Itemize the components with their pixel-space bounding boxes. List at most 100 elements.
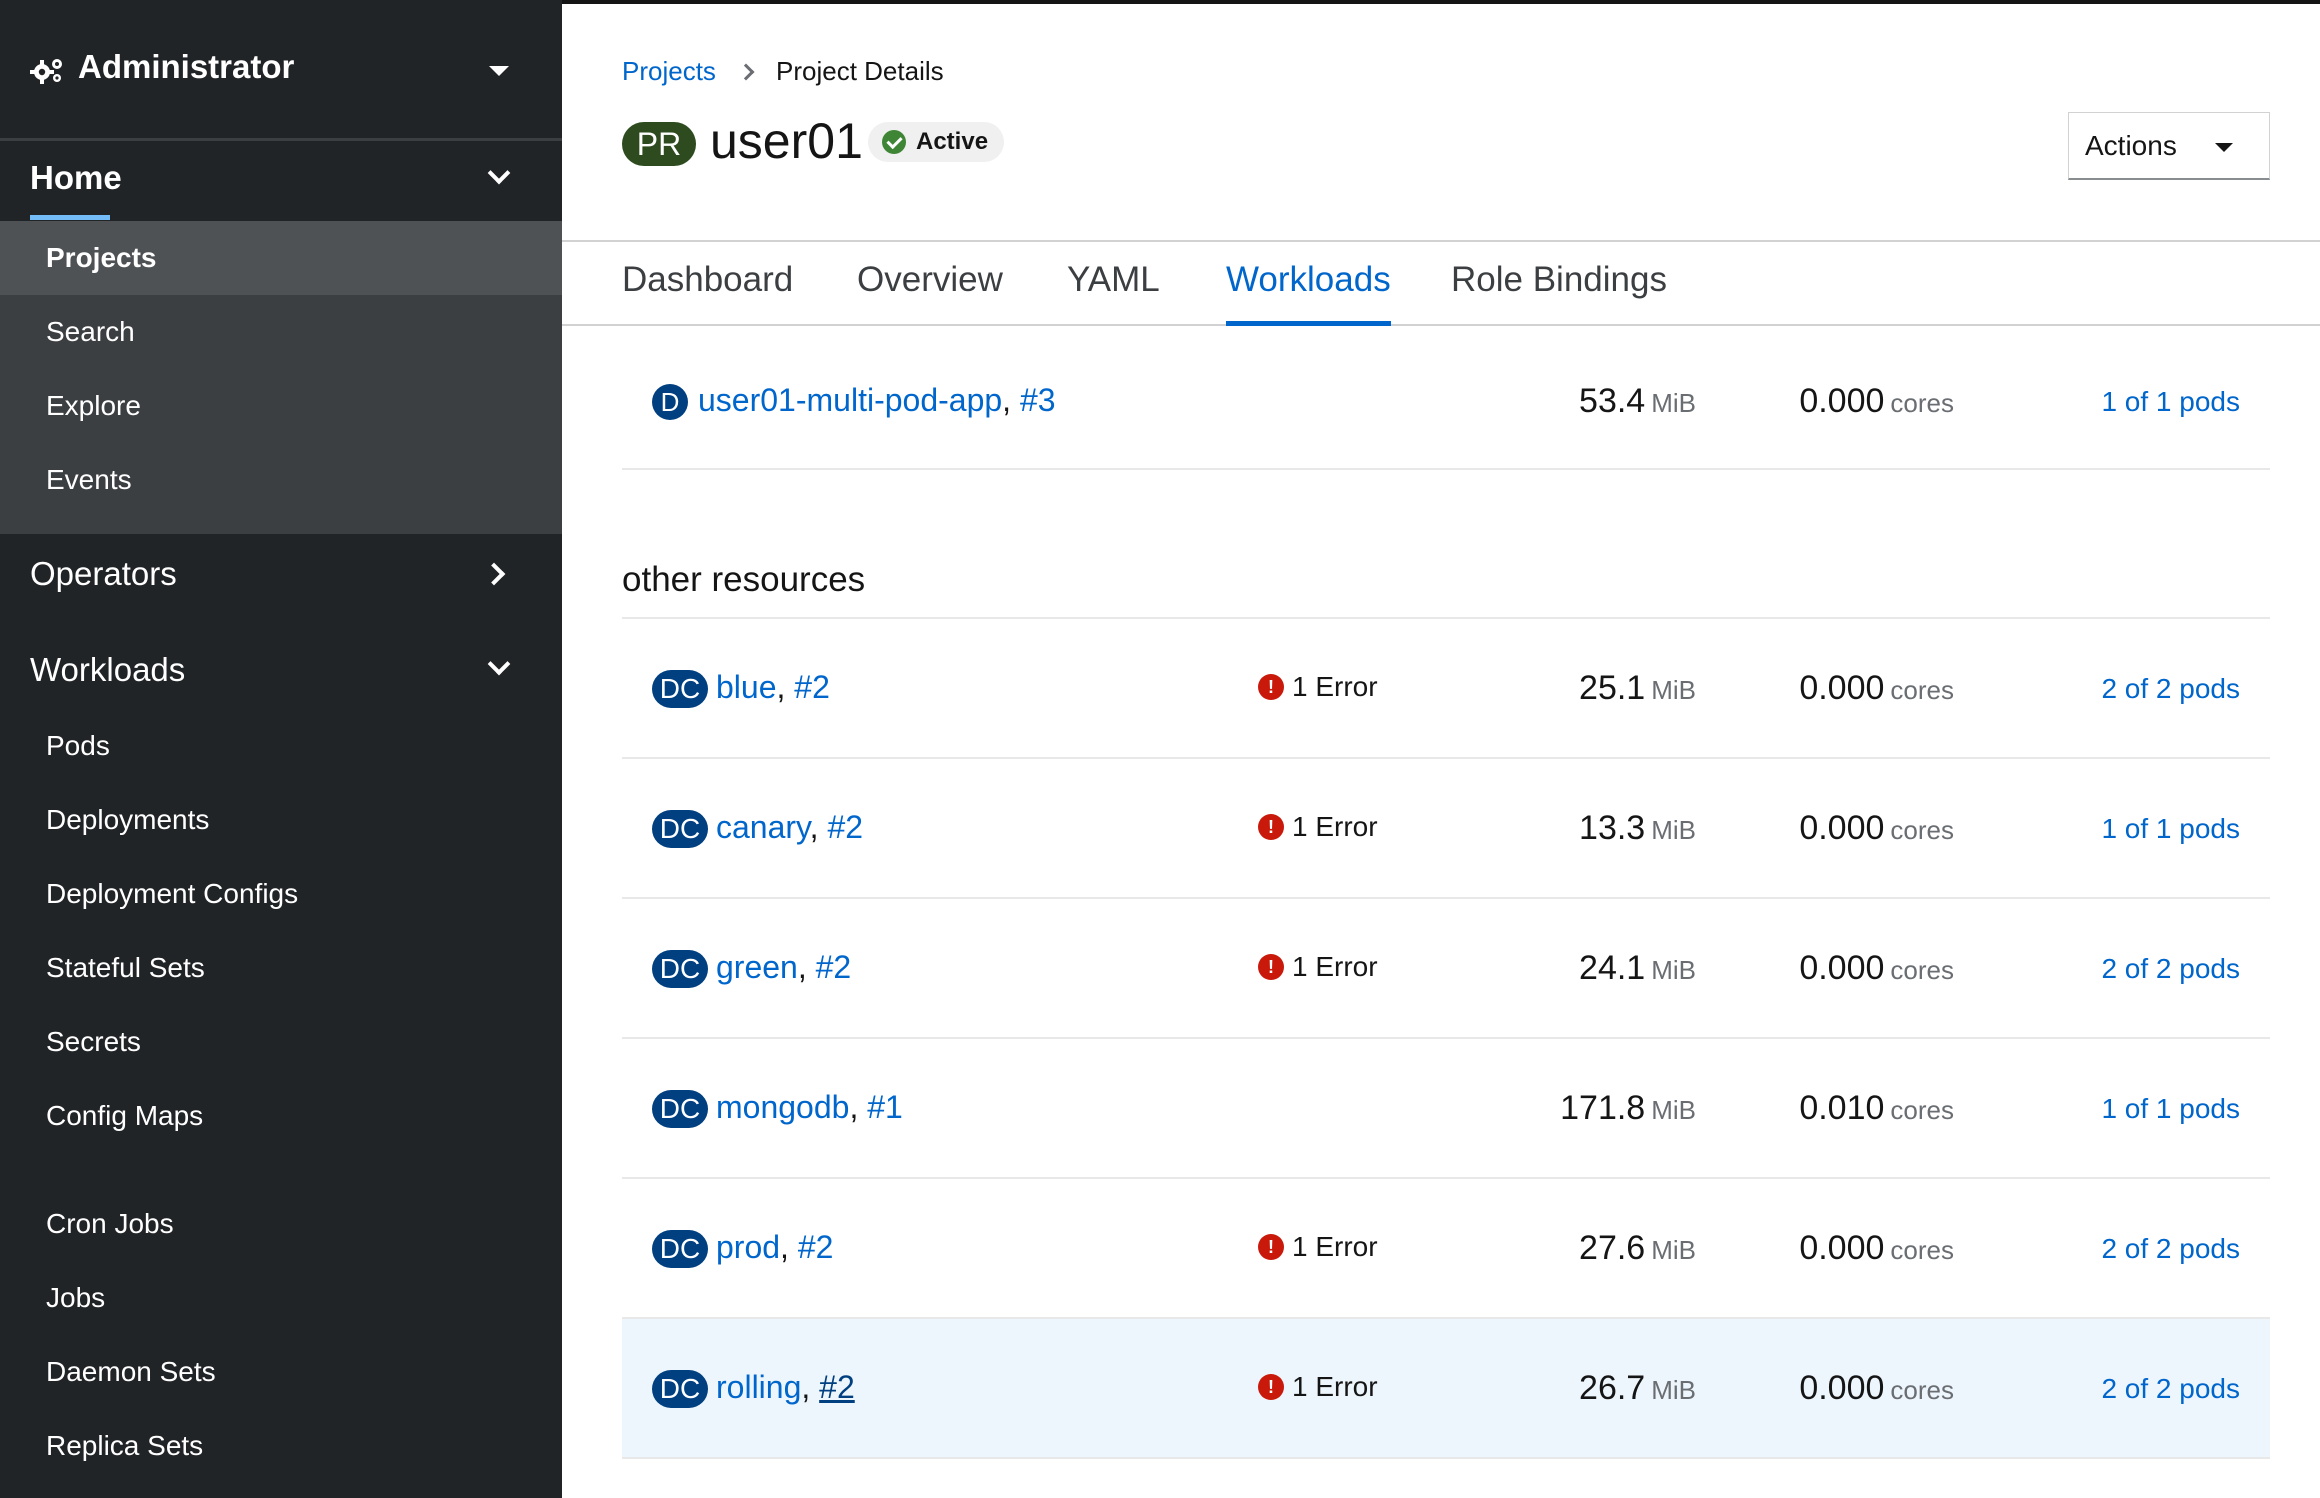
error-label: 1 Error (1292, 1371, 1378, 1402)
error-status[interactable]: ! 1 Error (1258, 1371, 1378, 1403)
perspective-label: Administrator (78, 48, 295, 85)
error-label: 1 Error (1292, 811, 1378, 842)
memory-unit: MiB (1651, 1235, 1696, 1265)
memory-value: 13.3 (1579, 809, 1646, 847)
cpu-usage: 0.000 cores (1799, 1369, 1954, 1408)
pods-link[interactable]: 2 of 2 pods (2101, 1233, 2240, 1265)
error-status[interactable]: ! 1 Error (1258, 671, 1378, 703)
sidebar-item-deployments[interactable]: Deployments (0, 783, 562, 857)
sidebar-item-search[interactable]: Search (0, 295, 562, 369)
cpu-value: 0.000 (1799, 1369, 1885, 1407)
sidebar-item-projects[interactable]: Projects (0, 221, 562, 295)
perspective-switcher[interactable]: Administrator (0, 0, 562, 141)
exclamation-circle-icon: ! (1258, 1234, 1284, 1260)
tab-role-bindings[interactable]: Role Bindings (1451, 260, 1667, 326)
error-status[interactable]: ! 1 Error (1258, 811, 1378, 843)
revision-link[interactable]: #3 (1020, 382, 1056, 418)
memory-value: 26.7 (1579, 1369, 1646, 1407)
tab-yaml[interactable]: YAML (1067, 260, 1160, 326)
resource-name[interactable]: user01-multi-pod-app (698, 382, 1002, 418)
project-badge: PR (622, 122, 696, 166)
tab-bar: Dashboard Overview YAML Workloads Role B… (562, 240, 2320, 326)
resource-type-badge: DC (652, 670, 708, 708)
caret-down-icon (2215, 143, 2233, 152)
resource-type-badge: DC (652, 1370, 708, 1408)
exclamation-circle-icon: ! (1258, 814, 1284, 840)
resource-link[interactable]: canary, #2 (716, 809, 863, 846)
sidebar-item-jobs[interactable]: Jobs (0, 1261, 562, 1335)
sidebar-item-events[interactable]: Events (0, 443, 562, 517)
resource-link[interactable]: prod, #2 (716, 1229, 833, 1266)
pods-link[interactable]: 1 of 1 pods (2101, 386, 2240, 418)
resource-name[interactable]: mongodb (716, 1089, 849, 1125)
memory-value: 24.1 (1579, 949, 1646, 987)
sidebar-item-deployment-configs[interactable]: Deployment Configs (0, 857, 562, 931)
memory-value: 171.8 (1560, 1089, 1646, 1127)
sidebar-item-stateful-sets[interactable]: Stateful Sets (0, 931, 562, 1005)
sidebar: Administrator Home Projects Search Explo… (0, 0, 562, 1498)
sidebar-item-explore[interactable]: Explore (0, 369, 562, 443)
cpu-unit: cores (1890, 388, 1954, 418)
pods-link[interactable]: 1 of 1 pods (2101, 1093, 2240, 1125)
error-status[interactable]: ! 1 Error (1258, 951, 1378, 983)
resource-link[interactable]: user01-multi-pod-app, #3 (698, 382, 1056, 419)
cpu-usage: 0.010 cores (1799, 1089, 1954, 1128)
cpu-value: 0.000 (1799, 949, 1885, 987)
resource-link[interactable]: blue, #2 (716, 669, 830, 706)
resource-type-badge: D (652, 384, 688, 420)
cpu-usage: 0.000 cores (1799, 949, 1954, 988)
cpu-value: 0.000 (1799, 669, 1885, 707)
pods-link[interactable]: 1 of 1 pods (2101, 813, 2240, 845)
sidebar-item-daemon-sets[interactable]: Daemon Sets (0, 1335, 562, 1409)
revision-link[interactable]: #1 (867, 1089, 903, 1125)
resource-type-badge: DC (652, 1230, 708, 1268)
revision-link[interactable]: #2 (798, 1229, 834, 1265)
memory-unit: MiB (1651, 815, 1696, 845)
pods-link[interactable]: 2 of 2 pods (2101, 673, 2240, 705)
error-label: 1 Error (1292, 1231, 1378, 1262)
resource-link[interactable]: mongodb, #1 (716, 1089, 903, 1126)
resource-link[interactable]: green, #2 (716, 949, 851, 986)
memory-usage: 53.4 MiB (1579, 382, 1696, 421)
revision-link[interactable]: #2 (816, 949, 852, 985)
sidebar-item-pods[interactable]: Pods (0, 709, 562, 783)
actions-dropdown[interactable]: Actions (2068, 112, 2270, 180)
breadcrumb-current: Project Details (776, 56, 944, 86)
nav-section-operators[interactable]: Operators (0, 534, 562, 614)
sidebar-item-cron-jobs[interactable]: Cron Jobs (0, 1187, 562, 1261)
revision-link[interactable]: #2 (794, 669, 830, 705)
cpu-unit: cores (1890, 1095, 1954, 1125)
sidebar-item-replica-sets[interactable]: Replica Sets (0, 1409, 562, 1483)
resource-name[interactable]: blue (716, 669, 777, 705)
tab-overview[interactable]: Overview (857, 260, 1003, 326)
sidebar-item-secrets[interactable]: Secrets (0, 1005, 562, 1079)
revision-link[interactable]: #2 (827, 809, 863, 845)
memory-unit: MiB (1651, 675, 1696, 705)
cpu-value: 0.000 (1799, 809, 1885, 847)
resource-name[interactable]: rolling (716, 1369, 801, 1405)
sidebar-item-config-maps[interactable]: Config Maps (0, 1079, 562, 1153)
pods-link[interactable]: 2 of 2 pods (2101, 1373, 2240, 1405)
memory-unit: MiB (1651, 388, 1696, 418)
revision-link[interactable]: #2 (819, 1369, 855, 1405)
resource-name[interactable]: prod (716, 1229, 780, 1265)
status-badge: Active (868, 122, 1005, 162)
nav-section-workloads[interactable]: Workloads (0, 630, 562, 710)
tab-workloads[interactable]: Workloads (1226, 260, 1391, 326)
tab-dashboard[interactable]: Dashboard (622, 260, 793, 326)
memory-usage: 171.8 MiB (1560, 1089, 1696, 1128)
resource-link[interactable]: rolling, #2 (716, 1369, 855, 1406)
pods-link[interactable]: 2 of 2 pods (2101, 953, 2240, 985)
resource-name[interactable]: green (716, 949, 798, 985)
breadcrumb-projects-link[interactable]: Projects (622, 56, 716, 87)
memory-value: 53.4 (1579, 382, 1646, 420)
resource-name[interactable]: canary (716, 809, 810, 845)
nav-section-label: Operators (30, 555, 177, 592)
nav-section-home[interactable]: Home (0, 141, 562, 221)
table-row: DC green, #2 ! 1 Error 24.1 MiB 0.000 core… (622, 899, 2270, 1039)
cpu-usage: 0.000 cores (1799, 382, 1954, 421)
error-status[interactable]: ! 1 Error (1258, 1231, 1378, 1263)
cpu-value: 0.010 (1799, 1089, 1885, 1127)
table-row: D user01-multi-pod-app, #3 53.4 MiB 0.000… (622, 328, 2270, 470)
chevron-down-icon (487, 161, 511, 185)
